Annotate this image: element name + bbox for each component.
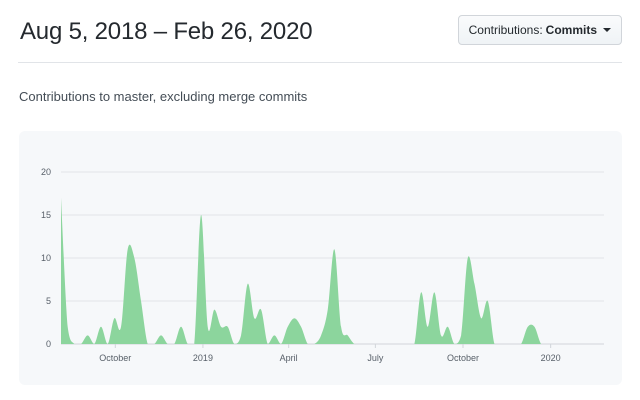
x-tick-label: April [280,353,298,363]
x-tick-label: October [447,353,479,363]
y-tick-label: 0 [46,339,51,349]
contributions-select-label: Contributions: [468,23,543,37]
y-tick-label: 15 [41,210,51,220]
x-tick-label: October [99,353,131,363]
y-tick-label: 10 [41,253,51,263]
date-range-title: Aug 5, 2018 – Feb 26, 2020 [20,18,313,45]
y-tick-label: 5 [46,296,51,306]
caret-down-icon [603,28,611,32]
x-tick-label: July [367,353,384,363]
contributions-select-value: Commits [545,23,597,37]
commits-area [61,197,602,344]
chart-panel: 0 5 10 15 20 October 2019 April July October 2020 [19,131,622,385]
y-tick-label: 20 [41,167,51,177]
commits-area-chart: 0 5 10 15 20 October 2019 April July October 2020 [41,167,604,363]
x-tick-label: 2020 [541,353,561,363]
header: Aug 5, 2018 – Feb 26, 2020 Contributions… [18,0,622,63]
x-tick-label: 2019 [193,353,213,363]
chart-subtitle: Contributions to master, excluding merge… [19,89,308,104]
contributions-type-select[interactable]: Contributions: Commits [457,15,622,45]
contributors-page: Aug 5, 2018 – Feb 26, 2020 Contributions… [0,0,640,400]
